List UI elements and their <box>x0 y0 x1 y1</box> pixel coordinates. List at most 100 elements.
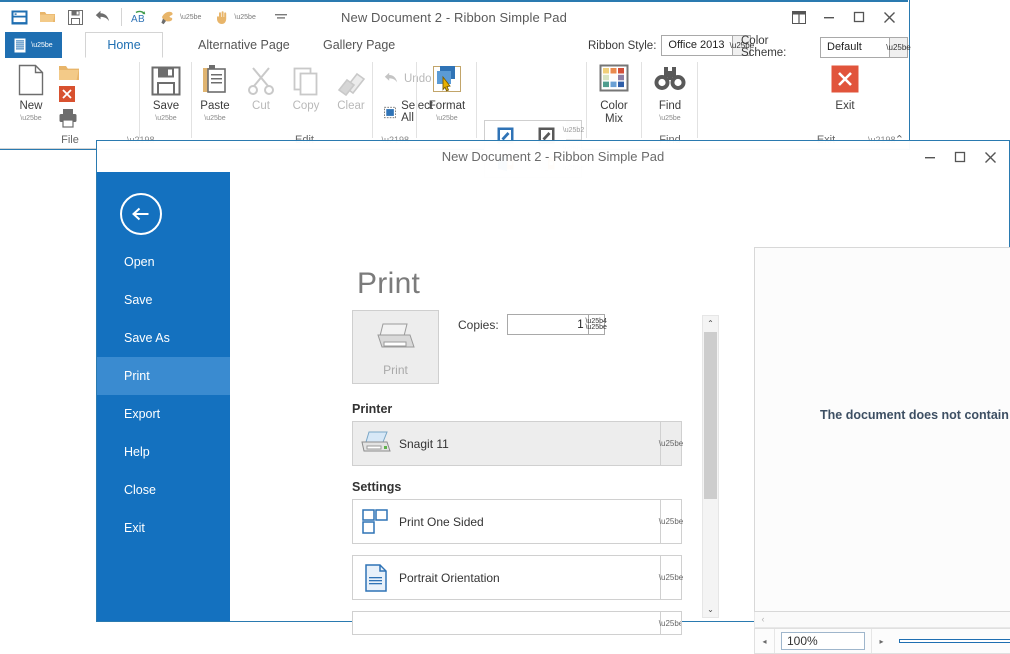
color-palette-icon <box>598 62 630 96</box>
backstage-item-save[interactable]: Save <box>97 281 230 319</box>
print-settings-scrollbar[interactable]: ⌃ ⌄ <box>702 315 719 618</box>
find-dropdown-icon[interactable]: \u25be <box>659 115 680 122</box>
backstage-item-print[interactable]: Print <box>97 357 230 395</box>
orientation-combobox[interactable]: Portrait Orientation \u25be <box>352 555 683 600</box>
minimize-button[interactable] <box>814 6 844 28</box>
zoom-slider[interactable]: ✚ <box>895 629 1010 653</box>
scrollbar-thumb[interactable] <box>704 332 717 499</box>
tab-home[interactable]: Home <box>85 32 163 58</box>
paste-button-label: Paste <box>200 100 230 112</box>
one-sided-icon <box>353 508 399 536</box>
print-sides-combobox[interactable]: Print One Sided \u25be <box>352 499 683 544</box>
print-action-label: Print <box>383 363 408 377</box>
close-button[interactable] <box>874 6 904 28</box>
chevron-down-icon[interactable]: \u25be <box>659 500 683 543</box>
backstage-item-export[interactable]: Export <box>97 395 230 433</box>
save-button-label: Save <box>152 100 180 112</box>
maximize-button[interactable] <box>945 146 975 168</box>
ribbon-group-file: New \u25be File \u2198 <box>0 58 155 148</box>
window2-title: New Document 2 - Ribbon Simple Pad <box>441 149 665 164</box>
printer-icon <box>374 320 418 359</box>
close-button[interactable] <box>975 146 1005 168</box>
new-button[interactable]: New \u25be <box>4 62 58 122</box>
close-document-button[interactable] <box>58 85 76 103</box>
color-scheme-combobox[interactable]: Default \u25be <box>820 36 911 58</box>
portrait-icon <box>353 563 399 593</box>
exit-button-label: Exit <box>835 100 855 112</box>
printer-value: Snagit 11 <box>399 436 449 451</box>
backstage-item-close[interactable]: Close <box>97 471 230 509</box>
maximize-button[interactable] <box>844 6 874 28</box>
backstage-item-open[interactable]: Open <box>97 243 230 281</box>
color-mix-button[interactable]: Color Mix <box>587 62 641 126</box>
backstage-item-exit[interactable]: Exit <box>97 509 230 547</box>
zoom-slider-track <box>899 639 1010 643</box>
ribbon-group-edit: Paste \u25be Cut Copy Clear Undo Select … <box>192 58 433 148</box>
printer-section-heading: Printer <box>352 402 393 416</box>
cut-button-label: Cut <box>252 100 270 112</box>
ribbon-style-combobox[interactable]: Office 2013 \u25be <box>661 35 754 56</box>
chevron-down-icon[interactable]: \u25be <box>659 422 683 465</box>
back-button[interactable] <box>120 193 162 235</box>
format-button-label: Format <box>428 100 466 112</box>
print-preview-pane: The document does not contain any pages.… <box>754 247 1010 612</box>
copies-spin-buttons[interactable]: \u25b4 \u25be <box>585 315 607 334</box>
eraser-icon <box>336 62 366 96</box>
spin-down-icon[interactable]: \u25be <box>585 324 606 331</box>
find-button[interactable]: Find \u25be <box>643 62 697 122</box>
print-button[interactable] <box>58 108 78 128</box>
color-scheme-value: Default <box>827 40 862 53</box>
format-icon <box>430 62 464 96</box>
scroll-down-icon[interactable]: ⌄ <box>703 602 718 617</box>
copies-control: Copies: \u25b4 \u25be <box>458 314 607 335</box>
chevron-down-icon[interactable]: \u25be <box>659 556 683 599</box>
window1-title: New Document 2 - Ribbon Simple Pad <box>341 10 567 25</box>
window1-controls <box>784 6 904 28</box>
new-document-icon <box>18 62 44 96</box>
backstage-menu: Open Save Save As Print Export Help Clos… <box>97 243 230 547</box>
print-action-button[interactable]: Print <box>352 310 439 384</box>
save-dropdown-icon[interactable]: \u25be <box>155 115 176 122</box>
backstage-window: New Document 2 - Ribbon Simple Pad Open … <box>96 140 1010 654</box>
scroll-left-icon[interactable]: ‹ <box>756 612 770 626</box>
format-button[interactable]: Format \u25be <box>420 62 474 122</box>
clear-button: Clear <box>324 62 378 113</box>
color-scheme-label: Color Scheme: <box>741 35 787 59</box>
ribbon-style-control: Ribbon Style: Office 2013 \u25be <box>588 35 754 56</box>
ribbon-group-color-mix: Color Mix <box>587 58 642 148</box>
save-button[interactable]: Save \u25be <box>139 62 193 122</box>
print-sides-value: Print One Sided <box>399 514 484 529</box>
previous-page-button[interactable]: ◂ <box>755 629 775 653</box>
backstage-item-help[interactable]: Help <box>97 433 230 471</box>
paste-dropdown-icon[interactable]: \u25be <box>204 115 225 122</box>
ribbon-display-options-button[interactable] <box>784 6 814 28</box>
tab-gallery-page[interactable]: Gallery Page <box>305 32 413 58</box>
minimize-button[interactable] <box>915 146 945 168</box>
gallery-scroll-up-icon[interactable]: \u25b2 <box>563 121 584 140</box>
next-page-button[interactable]: ▸ <box>871 629 891 653</box>
ribbon: New \u25be File \u2198 Save \ <box>0 58 908 178</box>
scroll-up-icon[interactable]: ⌃ <box>703 316 718 331</box>
clear-button-label: Clear <box>337 100 365 112</box>
chevron-down-icon[interactable]: \u25be <box>659 612 681 634</box>
preview-horizontal-scrollbar[interactable]: ‹ › <box>754 612 1010 628</box>
open-button[interactable] <box>58 64 80 82</box>
paper-size-combobox[interactable]: \u25be <box>352 611 682 635</box>
copies-input[interactable] <box>507 315 588 334</box>
copies-spinner[interactable]: \u25b4 \u25be <box>506 314 607 335</box>
scissors-icon <box>247 62 275 96</box>
tab-alternative-page[interactable]: Alternative Page <box>180 32 308 58</box>
ribbon-app-window: AB \u25be \u25be New Document 2 - Ribbon… <box>0 0 911 178</box>
printer-combobox[interactable]: Snagit 11 \u25be <box>352 421 683 466</box>
new-button-label: New <box>19 100 43 112</box>
copies-label: Copies: <box>458 317 499 332</box>
zoom-toolbar: ◂ ▸ ✚ <box>754 628 1010 654</box>
format-dropdown-icon[interactable]: \u25be <box>436 115 457 122</box>
exit-button[interactable]: Exit <box>818 62 872 113</box>
printer-icon <box>353 430 399 458</box>
backstage-item-save-as[interactable]: Save As <box>97 319 230 357</box>
settings-section-heading: Settings <box>352 480 402 494</box>
zoom-input[interactable] <box>781 632 865 650</box>
application-menu-button[interactable]: \u25be <box>5 32 62 58</box>
new-dropdown-icon[interactable]: \u25be <box>20 115 41 122</box>
